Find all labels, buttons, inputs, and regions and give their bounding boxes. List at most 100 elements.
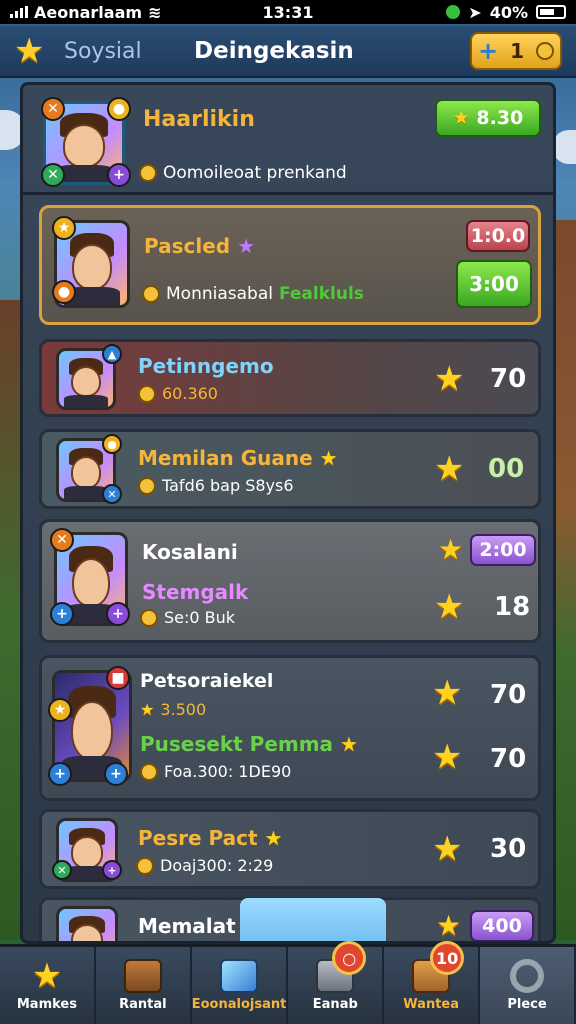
star-icon: ★ [432, 829, 463, 869]
wrench-badge-icon: ✕ [50, 528, 74, 552]
featured-subtitle-text: Monniasabal [166, 284, 273, 304]
list-item[interactable]: ■ ★ + + Petsoraiekel ★ 3.500 ★ 70 Pusese… [39, 655, 541, 801]
plus-badge-icon: + [106, 602, 130, 626]
nav-item-mamkes[interactable]: ★ Mamkes [0, 947, 96, 1024]
featured-name-text: Pascled [144, 234, 231, 258]
nav-item-plece[interactable]: Plece [480, 947, 576, 1024]
avatar [56, 906, 118, 941]
player-name-text: Memilan Guane [138, 446, 313, 470]
page-title: Deingekasin [194, 38, 354, 64]
timer-pill[interactable]: 1:0.0 [466, 220, 530, 252]
search-icon [510, 959, 545, 993]
nav-label: Plece [507, 997, 547, 1012]
star-icon: ★ [438, 533, 464, 566]
shield-badge-icon: ■ [106, 666, 130, 690]
star-icon: ★ [264, 826, 283, 850]
battery-percent: 40% [489, 2, 528, 22]
currency-value: 1 [510, 39, 524, 63]
star-icon: ★ [434, 587, 465, 627]
star-icon: ★ [319, 446, 338, 470]
player-sub-text: Foa.300: 1DE90 [164, 762, 292, 781]
list-item[interactable]: ✕ + + Kosalani ★ 2:00 Stemgalk Se:0 Buk … [39, 519, 541, 643]
reward-button[interactable]: ★ 8.30 [435, 99, 541, 137]
list-item[interactable]: Memalat ★ 400 [39, 897, 541, 942]
player-sub-text: Se:0 Buk [164, 608, 236, 627]
player-sub: Foa.300: 1DE90 [140, 762, 291, 781]
list-item[interactable]: ✕ + Pesre Pact ★ Doaj300: 2:29 ★ 30 [39, 809, 541, 889]
coin-icon [139, 164, 157, 182]
star-badge-icon: ★ [48, 698, 72, 722]
tools-badge-icon: ✕ [52, 860, 72, 880]
location-icon: ➤ [468, 2, 482, 22]
player-sub-text: Doaj300: 2:29 [160, 856, 274, 875]
timer-pill[interactable]: 2:00 [470, 534, 536, 566]
featured-name: Pascled ★ [144, 234, 255, 258]
bottom-nav: ★ Mamkes Rantal Eoonalojsant ○ Eanab 10 … [0, 941, 576, 1024]
player-sub-text: Tafd6 bap S8ys6 [162, 476, 294, 495]
nav-label: Rantal [119, 997, 167, 1012]
player-sub: 60.360 [138, 384, 218, 403]
carrier-name: Aeonarlaam [34, 2, 143, 22]
player-score: 30 [490, 834, 527, 864]
player-sub-text: 60.360 [162, 384, 218, 403]
notification-badge-icon: ○ [332, 941, 367, 975]
highlight-box [240, 898, 386, 941]
star-icon: ★ [436, 909, 462, 942]
featured-subtitle-extra: Fealkluls [278, 284, 364, 304]
plus-icon: + [477, 37, 499, 65]
nav-item-wantea[interactable]: 10 Wantea [384, 941, 481, 1024]
player-sub: Se:0 Buk [140, 608, 235, 627]
featured-card[interactable]: ★ ● Pascled ★ 1:0.0 3:00 Monniasabal Fea… [39, 205, 541, 325]
player-sub: Doaj300: 2:29 [136, 856, 273, 875]
list-item[interactable]: ● ✕ Memilan Guane ★ Tafd6 bap S8ys6 ★ 00 [39, 429, 541, 509]
header-bar: ★ Soysial Deingekasin + 1 [0, 26, 576, 78]
score-pill[interactable]: 400 [470, 910, 534, 941]
purple-star-icon: ★ [237, 234, 256, 258]
top-player-header[interactable]: ✕ ● ✕ + Haarlikin ★ 8.30 Oomoileoat pren… [23, 85, 553, 195]
player-score: 70 [490, 364, 527, 394]
battery-icon [536, 5, 566, 19]
player-score: 18 [494, 592, 531, 622]
up-arrow-badge-icon: ▲ [102, 344, 122, 364]
currency-button[interactable]: + 1 [470, 32, 562, 70]
nav-item-eanab[interactable]: ○ Eanab [288, 941, 385, 1024]
star-icon: ★ [340, 732, 358, 756]
coin-icon [140, 608, 158, 627]
nav-item-eoonalojsant[interactable]: Eoonalojsant [192, 947, 289, 1024]
tools-badge-icon: ✕ [41, 163, 65, 187]
star-badge-icon: ★ [52, 216, 76, 240]
notification-count-badge: 10 [430, 941, 465, 975]
plus-badge-icon: + [107, 163, 131, 187]
coin-badge-icon: ● [102, 434, 122, 454]
plus-badge-icon: + [48, 762, 72, 786]
list-item[interactable]: ▲ Petinngemo 60.360 ★ 70 [39, 339, 541, 417]
player-score: 70 [490, 680, 527, 710]
player-name-secondary: Pusesekt Pemma ★ [140, 732, 358, 756]
player-sub: Tafd6 bap S8ys6 [138, 476, 294, 495]
star-icon: ★ [31, 956, 63, 996]
player-name-text: Pesre Pact [138, 826, 258, 850]
star-icon: ★ [434, 359, 465, 399]
leaderboard-panel: ✕ ● ✕ + Haarlikin ★ 8.30 Oomoileoat pren… [20, 82, 556, 944]
reward-value: 8.30 [476, 107, 524, 129]
notification-icon [446, 5, 461, 19]
nav-label: Eoonalojsant [191, 997, 287, 1012]
claim-button[interactable]: 3:00 [456, 260, 532, 308]
coin-icon [140, 762, 158, 781]
star-icon: ★ [432, 673, 463, 713]
top-player-subtitle-text: Oomoileoat prenkand [163, 163, 347, 183]
chest-icon [123, 959, 162, 993]
coin-icon [535, 42, 554, 60]
header-subtitle[interactable]: Soysial [64, 39, 194, 64]
coin-icon [136, 856, 154, 875]
player-sub-text: 3.500 [160, 700, 207, 719]
player-name: Petinngemo [138, 354, 274, 378]
star-icon[interactable]: ★ [14, 31, 64, 71]
clock: 13:31 [262, 2, 314, 22]
top-player-subtitle: Oomoileoat prenkand [139, 163, 347, 183]
plus-badge-icon: + [50, 602, 74, 626]
nav-item-rantal[interactable]: Rantal [96, 947, 192, 1024]
nav-label: Wantea [403, 997, 460, 1012]
plus-badge-icon: + [104, 762, 128, 786]
nav-label: Mamkes [16, 997, 77, 1012]
